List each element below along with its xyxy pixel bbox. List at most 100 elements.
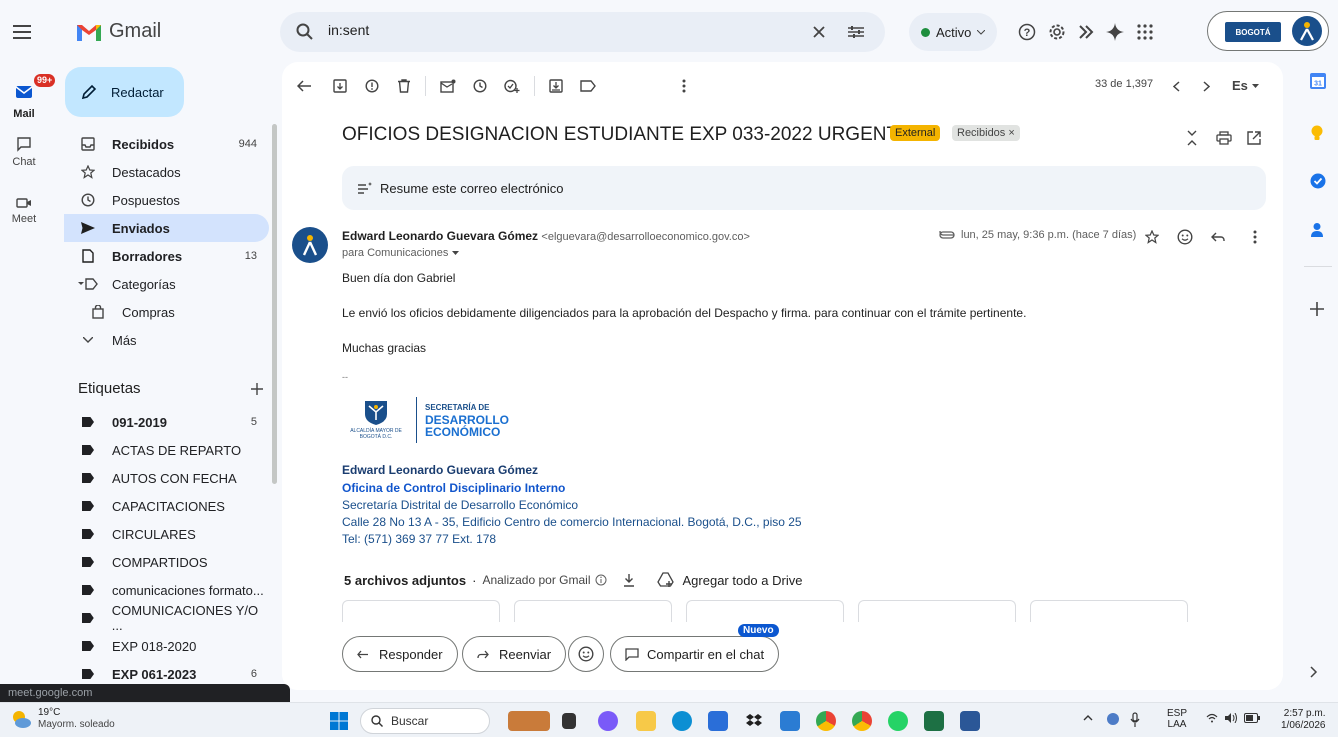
label-item[interactable]: COMUNICACIONES Y/O ... (64, 603, 269, 633)
taskbar-app-chrome-2[interactable] (852, 711, 872, 731)
taskbar-app-copilot[interactable] (598, 711, 618, 731)
label-item[interactable]: CIRCULARES (64, 520, 269, 548)
rail-chat[interactable]: Chat (0, 136, 48, 168)
more-options-button[interactable] (676, 76, 692, 96)
emoji-button[interactable] (568, 636, 604, 672)
tasks-app-button[interactable] (1310, 173, 1328, 191)
keep-app-button[interactable] (1310, 125, 1328, 143)
older-button[interactable] (1196, 76, 1216, 96)
main-menu-button[interactable] (10, 22, 34, 42)
label-item[interactable]: COMPARTIDOS (64, 548, 269, 576)
status-button[interactable]: Activo (909, 13, 997, 51)
summarize-button[interactable]: Resume este correo electrónico (342, 166, 1266, 210)
open-new-window-button[interactable] (1244, 128, 1264, 148)
start-button[interactable] (330, 712, 348, 730)
taskbar-app-task-view[interactable] (562, 713, 576, 729)
label-item-label: EXP 061-2023 (112, 666, 197, 682)
settings-button[interactable] (1047, 22, 1067, 42)
mark-unread-button[interactable] (438, 76, 458, 96)
emoji-reaction-button[interactable] (1175, 227, 1195, 247)
apps-button[interactable] (1135, 22, 1155, 42)
weather-widget[interactable]: 19°C Mayorm. soleado (10, 707, 115, 731)
taskbar-app-whatsapp[interactable] (888, 711, 908, 731)
sidebar-item-compras[interactable]: Compras (64, 298, 269, 326)
tray-clock[interactable]: 2:57 p.m. 1/06/2026 (1281, 708, 1326, 732)
gemini-tools-button[interactable] (1077, 22, 1097, 42)
taskbar-search[interactable]: Buscar (360, 708, 490, 734)
download-all-button[interactable] (623, 573, 635, 587)
calendar-app-button[interactable]: 31 (1310, 73, 1328, 91)
message-more-button[interactable] (1248, 227, 1262, 247)
taskbar-app-edge[interactable] (672, 711, 692, 731)
compose-button[interactable]: Redactar (65, 67, 184, 117)
sidebar-item-mas[interactable]: Más (64, 326, 269, 354)
search-bar[interactable] (280, 12, 885, 52)
add-to-tasks-button[interactable] (502, 76, 522, 96)
sidebar-item-pospuestos[interactable]: Pospuestos (64, 186, 269, 214)
recipients-toggle[interactable]: para Comunicaciones (342, 247, 460, 259)
sidebar-item-count: 944 (238, 138, 257, 150)
sender-avatar[interactable] (292, 227, 328, 263)
taskbar-app-excel[interactable] (924, 711, 944, 731)
add-label-button[interactable] (251, 382, 263, 395)
sidebar-item-enviados[interactable]: Enviados (64, 214, 269, 242)
share-in-chat-button[interactable]: Compartir en el chat (610, 636, 780, 672)
reply-button[interactable]: Responder (342, 636, 458, 672)
gmail-logo[interactable]: Gmail (75, 20, 161, 43)
forward-button[interactable]: Reenviar (462, 636, 567, 672)
inbox-label-chip[interactable]: Recibidos × (952, 125, 1020, 141)
add-to-drive-button[interactable]: Agregar todo a Drive (656, 572, 802, 588)
account-button[interactable]: BOGOTÁ (1207, 11, 1329, 51)
sidebar-item-recibidos[interactable]: Recibidos 944 (64, 130, 269, 158)
tray-overflow-button[interactable] (1083, 715, 1093, 721)
sender-name[interactable]: Edward Leonardo Guevara Gómez (342, 229, 538, 243)
newer-button[interactable] (1166, 76, 1186, 96)
tray-onedrive[interactable] (1106, 712, 1120, 726)
input-tools-button[interactable]: Es (1232, 78, 1259, 93)
gemini-button[interactable] (1105, 22, 1125, 42)
collapse-all-button[interactable] (1182, 128, 1202, 148)
back-button[interactable] (294, 76, 314, 96)
clear-search-button[interactable] (808, 21, 830, 43)
taskbar-app-store[interactable] (708, 711, 728, 731)
label-item[interactable]: ACTAS DE REPARTO (64, 436, 269, 464)
taskbar-app-chrome-1[interactable] (816, 711, 836, 731)
support-button[interactable]: ? (1017, 22, 1037, 42)
label-item[interactable]: AUTOS CON FECHA (64, 464, 269, 492)
rail-mail[interactable]: 99+ Mail (0, 74, 56, 120)
taskbar-app-word[interactable] (960, 711, 980, 731)
rail-meet[interactable]: Meet (0, 196, 48, 225)
get-addons-button[interactable] (1310, 302, 1328, 320)
sidebar-item-categorias[interactable]: Categorías (64, 270, 269, 298)
reply-icon-button[interactable] (1208, 227, 1228, 247)
label-icon (82, 417, 94, 427)
taskbar-app-widgets[interactable] (508, 711, 550, 731)
labels-button[interactable] (578, 76, 598, 96)
archive-button[interactable] (330, 76, 350, 96)
label-item[interactable]: comunicaciones formato... (64, 576, 269, 604)
label-item[interactable]: CAPACITACIONES (64, 492, 269, 520)
taskbar-app-outlook[interactable] (780, 711, 800, 731)
expand-side-panel-button[interactable] (1310, 666, 1328, 684)
tray-language[interactable]: ESP LAA (1167, 708, 1187, 730)
contacts-app-button[interactable] (1310, 222, 1328, 240)
sidebar-scrollbar[interactable] (272, 124, 277, 484)
toolbar-divider (425, 76, 426, 96)
taskbar-app-file-explorer[interactable] (636, 711, 656, 731)
signature-logo: ALCALDÍA MAYOR DE BOGOTÁ D.C. SECRETARÍA… (344, 392, 514, 448)
tray-network-sound-battery[interactable] (1206, 713, 1260, 723)
delete-button[interactable] (394, 76, 414, 96)
star-button[interactable] (1142, 227, 1162, 247)
move-to-button[interactable] (546, 76, 566, 96)
taskbar-app-dropbox[interactable] (744, 711, 764, 731)
sidebar-item-borradores[interactable]: Borradores 13 (64, 242, 269, 270)
print-button[interactable] (1214, 128, 1234, 148)
search-options-button[interactable] (845, 21, 867, 43)
search-input[interactable] (328, 22, 808, 38)
report-spam-button[interactable] (362, 76, 382, 96)
snooze-button[interactable] (470, 76, 490, 96)
label-item[interactable]: 091-2019 5 (64, 408, 269, 436)
label-item[interactable]: EXP 018-2020 (64, 632, 269, 660)
sidebar-item-destacados[interactable]: Destacados (64, 158, 269, 186)
tray-microphone[interactable] (1130, 712, 1140, 728)
